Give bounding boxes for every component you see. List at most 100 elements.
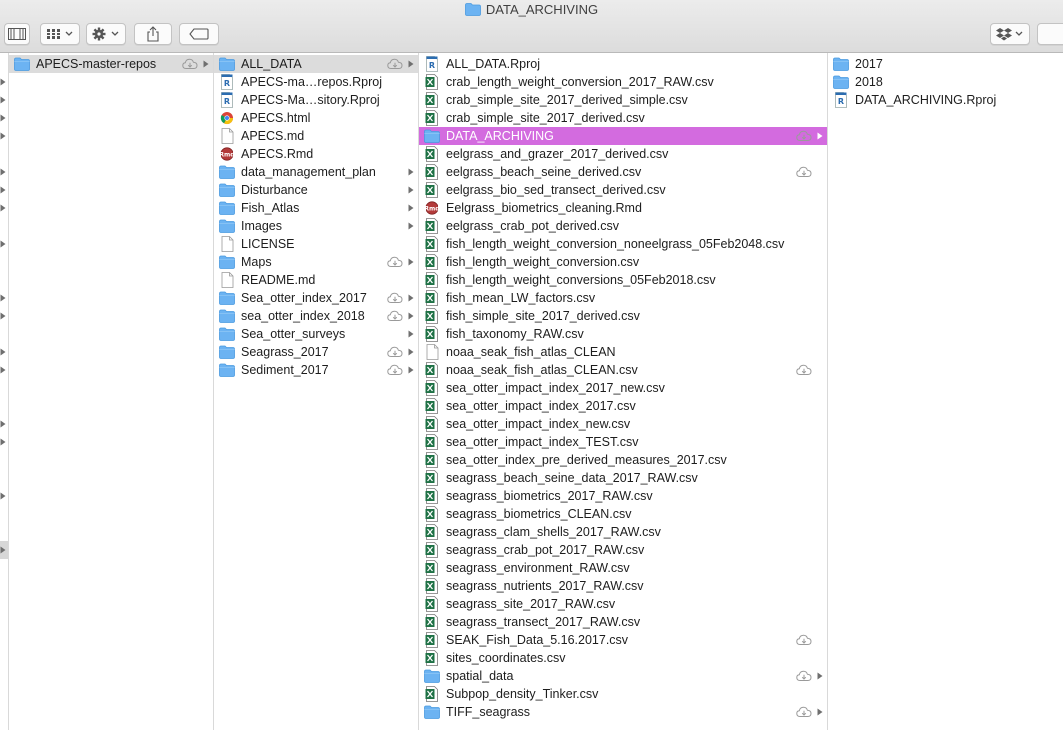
cloud-download-icon[interactable] (387, 58, 403, 70)
chevron-right-icon (0, 292, 8, 304)
file-row-seagrass-beach-seine-data-2017-raw-csv[interactable]: seagrass_beach_seine_data_2017_RAW.csv (419, 469, 827, 487)
folder-row-tiff-seagrass[interactable]: TIFF_seagrass (419, 703, 827, 721)
file-row-all-data-rproj[interactable]: R ALL_DATA.Rproj (419, 55, 827, 73)
folder-icon (424, 704, 440, 720)
rproj-file-icon: R (424, 56, 440, 72)
file-row-apecs-md[interactable]: APECS.md (214, 127, 418, 145)
cloud-download-icon[interactable] (387, 346, 403, 358)
share-button[interactable] (134, 23, 172, 45)
file-row-seagrass-crab-pot-2017-raw-csv[interactable]: seagrass_crab_pot_2017_RAW.csv (419, 541, 827, 559)
tags-button[interactable] (179, 23, 219, 45)
item-name: sea_otter_impact_index_TEST.csv (446, 435, 639, 449)
file-row-noaa-seak-fish-atlas-clean-csv[interactable]: noaa_seak_fish_atlas_CLEAN.csv (419, 361, 827, 379)
cloud-download-icon[interactable] (387, 292, 403, 304)
folder-row-sea-otter-surveys[interactable]: Sea_otter_surveys (214, 325, 418, 343)
folder-row-data-management-plan[interactable]: data_management_plan (214, 163, 418, 181)
folder-row-seagrass-2017[interactable]: Seagrass_2017 (214, 343, 418, 361)
file-row-sea-otter-impact-index-test-csv[interactable]: sea_otter_impact_index_TEST.csv (419, 433, 827, 451)
file-row-noaa-seak-fish-atlas-clean[interactable]: noaa_seak_fish_atlas_CLEAN (419, 343, 827, 361)
chevron-right-icon (0, 166, 8, 178)
file-row-seagrass-site-2017-raw-csv[interactable]: seagrass_site_2017_RAW.csv (419, 595, 827, 613)
item-name: fish_simple_site_2017_derived.csv (446, 309, 640, 323)
folder-row-fish-atlas[interactable]: Fish_Atlas (214, 199, 418, 217)
file-row-fish-mean-lw-factors-csv[interactable]: fish_mean_LW_factors.csv (419, 289, 827, 307)
file-row-fish-length-weight-conversion-csv[interactable]: fish_length_weight_conversion.csv (419, 253, 827, 271)
cloud-download-icon[interactable] (796, 706, 812, 718)
file-row-eelgrass-bio-sed-transect-derived-csv[interactable]: eelgrass_bio_sed_transect_derived.csv (419, 181, 827, 199)
cloud-download-icon[interactable] (387, 364, 403, 376)
file-row-eelgrass-and-grazer-2017-derived-csv[interactable]: eelgrass_and_grazer_2017_derived.csv (419, 145, 827, 163)
column-1[interactable]: APECS-master-repos (9, 53, 214, 730)
cloud-download-icon[interactable] (182, 58, 198, 70)
file-row-license[interactable]: LICENSE (214, 235, 418, 253)
file-row-sea-otter-impact-index-2017-csv[interactable]: sea_otter_impact_index_2017.csv (419, 397, 827, 415)
file-row-seagrass-biometrics-2017-raw-csv[interactable]: seagrass_biometrics_2017_RAW.csv (419, 487, 827, 505)
file-row-seak-fish-data-5-16-2017-csv[interactable]: SEAK_Fish_Data_5.16.2017.csv (419, 631, 827, 649)
folder-row-spatial-data[interactable]: spatial_data (419, 667, 827, 685)
excel-file-icon (424, 452, 440, 468)
folder-row-sea-otter-index-2018[interactable]: sea_otter_index_2018 (214, 307, 418, 325)
cloud-download-icon[interactable] (796, 166, 812, 178)
file-row-seagrass-nutrients-2017-raw-csv[interactable]: seagrass_nutrients_2017_RAW.csv (419, 577, 827, 595)
file-row-sea-otter-impact-index-new-csv[interactable]: sea_otter_impact_index_new.csv (419, 415, 827, 433)
folder-row-2017[interactable]: 2017 (828, 55, 1063, 73)
cloud-download-icon[interactable] (796, 130, 812, 142)
excel-file-icon (424, 254, 440, 270)
folder-row-images[interactable]: Images (214, 217, 418, 235)
column-parent-clipped[interactable] (0, 53, 9, 730)
file-row-crab-simple-site-2017-derived-simple-csv[interactable]: crab_simple_site_2017_derived_simple.csv (419, 91, 827, 109)
file-row-apecs-ma-repos-rproj[interactable]: R APECS-ma…repos.Rproj (214, 73, 418, 91)
file-row-eelgrass-crab-pot-derived-csv[interactable]: eelgrass_crab_pot_derived.csv (419, 217, 827, 235)
file-row-eelgrass-beach-seine-derived-csv[interactable]: eelgrass_beach_seine_derived.csv (419, 163, 827, 181)
column-2[interactable]: ALL_DATA R APECS-ma…repos.Rproj R APECS-Ma…s… (214, 53, 419, 730)
folder-row-maps[interactable]: Maps (214, 253, 418, 271)
file-row-fish-length-weight-conversions-05feb2018-csv[interactable]: fish_length_weight_conversions_05Feb2018… (419, 271, 827, 289)
folder-row-all-data[interactable]: ALL_DATA (214, 55, 418, 73)
file-row-fish-taxonomy-raw-csv[interactable]: fish_taxonomy_RAW.csv (419, 325, 827, 343)
file-row-seagrass-clam-shells-2017-raw-csv[interactable]: seagrass_clam_shells_2017_RAW.csv (419, 523, 827, 541)
column-4[interactable]: 2017 2018 R DATA_ARCHIVING.Rproj (828, 53, 1063, 730)
file-row-seagrass-transect-2017-raw-csv[interactable]: seagrass_transect_2017_RAW.csv (419, 613, 827, 631)
item-name: README.md (241, 273, 316, 287)
item-name: TIFF_seagrass (446, 705, 531, 719)
search-field[interactable] (1037, 23, 1063, 45)
file-row-subpop-density-tinker-csv[interactable]: Subpop_density_Tinker.csv (419, 685, 827, 703)
cloud-download-icon[interactable] (387, 310, 403, 322)
folder-row-sediment-2017[interactable]: Sediment_2017 (214, 361, 418, 379)
file-row-apecs-ma-sitory-rproj[interactable]: R APECS-Ma…sitory.Rproj (214, 91, 418, 109)
file-row-crab-length-weight-conversion-2017-raw-csv[interactable]: crab_length_weight_conversion_2017_RAW.c… (419, 73, 827, 91)
folder-row-2018[interactable]: 2018 (828, 73, 1063, 91)
column-3[interactable]: R ALL_DATA.Rproj crab_length_weight_conver… (419, 53, 828, 730)
file-row-fish-simple-site-2017-derived-csv[interactable]: fish_simple_site_2017_derived.csv (419, 307, 827, 325)
file-row-eelgrass-biometrics-cleaning-rmd[interactable]: Rmd Eelgrass_biometrics_cleaning.Rmd (419, 199, 827, 217)
folder-row-disturbance[interactable]: Disturbance (214, 181, 418, 199)
item-name: seagrass_transect_2017_RAW.csv (446, 615, 641, 629)
action-button[interactable] (86, 23, 126, 45)
dropbox-button[interactable] (990, 23, 1030, 45)
file-row-apecs-rmd[interactable]: Rmd APECS.Rmd (214, 145, 418, 163)
item-name: noaa_seak_fish_atlas_CLEAN (446, 345, 616, 359)
file-row-seagrass-environment-raw-csv[interactable]: seagrass_environment_RAW.csv (419, 559, 827, 577)
file-row-sites-coordinates-csv[interactable]: sites_coordinates.csv (419, 649, 827, 667)
folder-row-sea-otter-index-2017[interactable]: Sea_otter_index_2017 (214, 289, 418, 307)
folder-icon (219, 218, 235, 234)
file-row-data-archiving-rproj[interactable]: R DATA_ARCHIVING.Rproj (828, 91, 1063, 109)
cloud-download-icon[interactable] (796, 364, 812, 376)
file-row-seagrass-biometrics-clean-csv[interactable]: seagrass_biometrics_CLEAN.csv (419, 505, 827, 523)
cloud-download-icon[interactable] (387, 256, 403, 268)
cloud-download-icon[interactable] (796, 634, 812, 646)
view-columns-button[interactable] (4, 23, 30, 45)
file-row-sea-otter-index-pre-derived-measures-2017-csv[interactable]: sea_otter_index_pre_derived_measures_201… (419, 451, 827, 469)
file-row-sea-otter-impact-index-2017-new-csv[interactable]: sea_otter_impact_index_2017_new.csv (419, 379, 827, 397)
file-row-crab-simple-site-2017-derived-csv[interactable]: crab_simple_site_2017_derived.csv (419, 109, 827, 127)
arrange-button[interactable] (40, 23, 80, 45)
chevron-right-icon (407, 343, 415, 361)
cloud-download-icon[interactable] (796, 670, 812, 682)
file-row-readme-md[interactable]: README.md (214, 271, 418, 289)
folder-row-data-archiving[interactable]: DATA_ARCHIVING (419, 127, 827, 145)
file-row-apecs-html[interactable]: APECS.html (214, 109, 418, 127)
item-name: APECS-ma…repos.Rproj (241, 75, 383, 89)
chevron-right-icon (0, 541, 8, 559)
file-row-fish-length-weight-conversion-noneelgrass-05feb2048-csv[interactable]: fish_length_weight_conversion_noneelgras… (419, 235, 827, 253)
folder-row-apecs-master-repos[interactable]: APECS-master-repos (9, 55, 213, 73)
